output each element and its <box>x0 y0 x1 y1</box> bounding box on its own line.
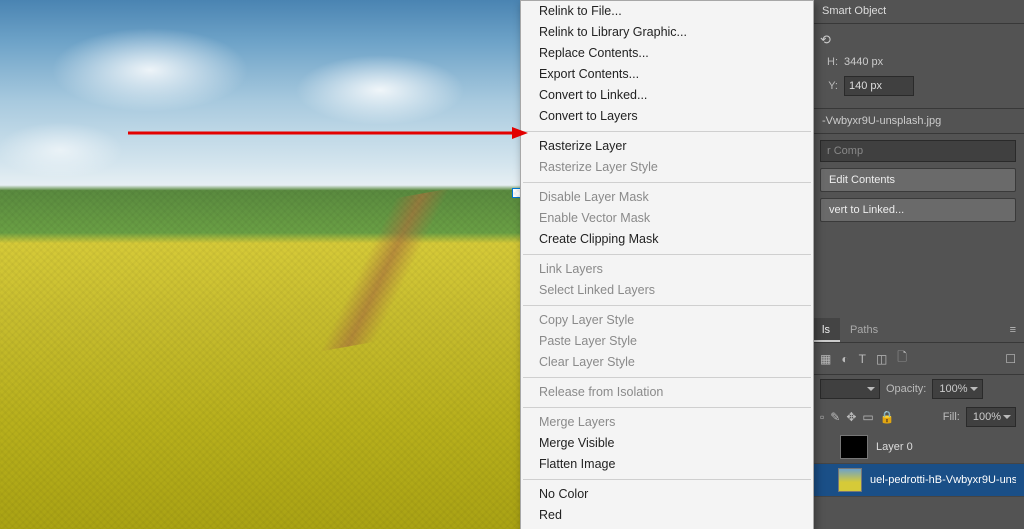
menu-item: Merge Layers <box>521 412 813 433</box>
menu-item: Copy Layer Style <box>521 310 813 331</box>
menu-item: Disable Layer Mask <box>521 187 813 208</box>
height-value: 3440 px <box>844 56 883 68</box>
canvas-image[interactable] <box>0 0 520 529</box>
tab-paths[interactable]: Paths <box>840 318 888 342</box>
menu-item[interactable]: Convert to Layers <box>521 106 813 127</box>
menu-item: Rasterize Layer Style <box>521 157 813 178</box>
menu-item[interactable]: Create Clipping Mask <box>521 229 813 250</box>
menu-item[interactable]: Merge Visible <box>521 433 813 454</box>
menu-item[interactable]: Red <box>521 505 813 526</box>
height-label: H: <box>820 56 838 68</box>
tab-layers[interactable]: ls <box>812 318 840 342</box>
layer-comp-dropdown[interactable]: r Comp <box>820 140 1016 162</box>
opacity-dropdown[interactable]: 100% <box>932 379 982 399</box>
panel-menu-icon[interactable]: ≡ <box>1002 318 1024 342</box>
layer-row[interactable]: Layer 0 <box>812 431 1024 464</box>
blend-mode-dropdown[interactable] <box>820 379 880 399</box>
layer-filter-bar: ▦ ◐ T ◫ 🗋 ☐ <box>812 343 1024 375</box>
y-input[interactable] <box>844 76 914 96</box>
menu-item[interactable]: Replace Contents... <box>521 43 813 64</box>
menu-item: Clear Layer Style <box>521 352 813 373</box>
layer-thumbnail[interactable] <box>838 468 862 492</box>
filter-type-icon[interactable]: T <box>859 352 866 366</box>
menu-item: Paste Layer Style <box>521 331 813 352</box>
menu-separator <box>523 305 811 306</box>
fill-dropdown[interactable]: 100% <box>966 407 1016 427</box>
layer-thumbnail[interactable] <box>840 435 868 459</box>
edit-contents-button[interactable]: Edit Contents <box>820 168 1016 192</box>
menu-item: Select Linked Layers <box>521 280 813 301</box>
layer-context-menu: Relink to File...Relink to Library Graph… <box>520 0 814 529</box>
menu-separator <box>523 254 811 255</box>
lock-all-icon[interactable]: 🔒 <box>880 410 895 424</box>
menu-separator <box>523 131 811 132</box>
filter-toggle-icon[interactable]: ☐ <box>1005 352 1016 366</box>
convert-to-linked-button[interactable]: vert to Linked... <box>820 198 1016 222</box>
opacity-label: Opacity: <box>886 383 926 395</box>
properties-panel-header: Smart Object <box>812 0 1024 24</box>
menu-item[interactable]: Convert to Linked... <box>521 85 813 106</box>
layers-panel: ls Paths ≡ ▦ ◐ T ◫ 🗋 ☐ Opacity: 100% ▫ <box>812 318 1024 529</box>
menu-item[interactable]: No Color <box>521 484 813 505</box>
source-filename: -Vwbyxr9U-unsplash.jpg <box>812 109 1024 134</box>
properties-panel-body: ⟲ H: 3440 px Y: <box>812 24 1024 109</box>
fill-label: Fill: <box>943 411 960 423</box>
menu-item: Link Layers <box>521 259 813 280</box>
layer-row[interactable]: uel-pedrotti-hB-Vwbyxr9U-unsplash <box>812 464 1024 497</box>
filter-adjust-icon[interactable]: ◐ <box>841 352 848 366</box>
right-panels: Smart Object ⟲ H: 3440 px Y: -Vwbyxr9U-u… <box>812 0 1024 529</box>
filter-smart-icon[interactable]: 🗋 <box>897 348 907 369</box>
lock-position-icon[interactable]: ✥ <box>846 410 856 424</box>
menu-separator <box>523 407 811 408</box>
menu-item[interactable]: Relink to File... <box>521 1 813 22</box>
layer-name: Layer 0 <box>876 441 913 453</box>
menu-separator <box>523 377 811 378</box>
menu-item: Release from Isolation <box>521 382 813 403</box>
reset-icon[interactable]: ⟲ <box>820 32 1010 48</box>
menu-item[interactable]: Export Contents... <box>521 64 813 85</box>
menu-separator <box>523 182 811 183</box>
lock-artboard-icon[interactable]: ▭ <box>862 410 873 424</box>
filter-pixel-icon[interactable]: ▦ <box>820 352 831 366</box>
filter-shape-icon[interactable]: ◫ <box>876 352 887 366</box>
menu-item[interactable]: Relink to Library Graphic... <box>521 22 813 43</box>
layer-name: uel-pedrotti-hB-Vwbyxr9U-unsplash <box>870 474 1016 486</box>
properties-title: Smart Object <box>822 5 886 17</box>
lock-transparent-icon[interactable]: ▫ <box>820 410 824 424</box>
lock-paint-icon[interactable]: ✎ <box>830 410 840 424</box>
menu-item[interactable]: Flatten Image <box>521 454 813 475</box>
menu-item[interactable]: Rasterize Layer <box>521 136 813 157</box>
y-label: Y: <box>820 80 838 92</box>
transform-handle[interactable] <box>512 188 520 198</box>
menu-separator <box>523 479 811 480</box>
menu-item: Enable Vector Mask <box>521 208 813 229</box>
